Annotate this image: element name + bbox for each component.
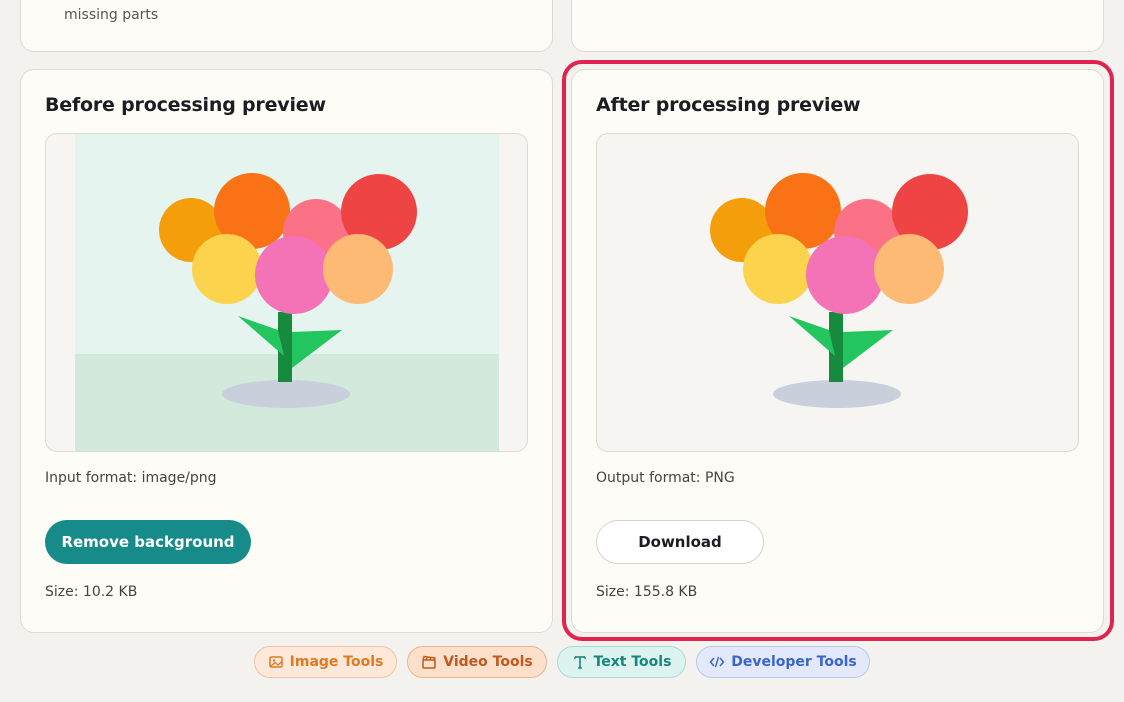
before-preview-card: Before processing preview Input format: … [20, 69, 553, 633]
developer-tools-label: Developer Tools [731, 654, 857, 670]
image-tools-link[interactable]: Image Tools [254, 646, 397, 678]
download-button[interactable]: Download [596, 520, 764, 564]
after-preview-title: After processing preview [596, 94, 861, 116]
clapperboard-icon [422, 655, 437, 669]
after-preview-card: After processing preview Output format: … [571, 69, 1104, 633]
developer-tools-link[interactable]: Developer Tools [696, 646, 870, 678]
text-type-icon [573, 656, 586, 669]
before-preview-image [45, 133, 528, 452]
video-tools-link[interactable]: Video Tools [407, 646, 547, 678]
output-format-label: Output format: PNG [596, 470, 735, 486]
remove-background-button[interactable]: Remove background [45, 520, 251, 564]
flower-image-transparent [597, 134, 1078, 451]
after-preview-image [596, 133, 1079, 452]
before-preview-title: Before processing preview [45, 94, 326, 116]
text-tools-link[interactable]: Text Tools [557, 646, 686, 678]
input-size-label: Size: 10.2 KB [45, 584, 138, 600]
input-format-label: Input format: image/png [45, 470, 217, 486]
flower-image-with-background [46, 134, 527, 451]
video-tools-label: Video Tools [443, 654, 533, 670]
missing-parts-note: missing parts [64, 7, 159, 23]
output-size-label: Size: 155.8 KB [596, 584, 698, 600]
text-tools-label: Text Tools [593, 654, 672, 670]
tool-category-nav: Image Tools Video Tools Text Tools Devel… [0, 646, 1124, 678]
code-icon [709, 656, 725, 668]
top-right-card [571, 0, 1104, 52]
image-tools-label: Image Tools [289, 654, 384, 670]
image-icon [268, 656, 283, 668]
top-left-card: missing parts [20, 0, 553, 52]
